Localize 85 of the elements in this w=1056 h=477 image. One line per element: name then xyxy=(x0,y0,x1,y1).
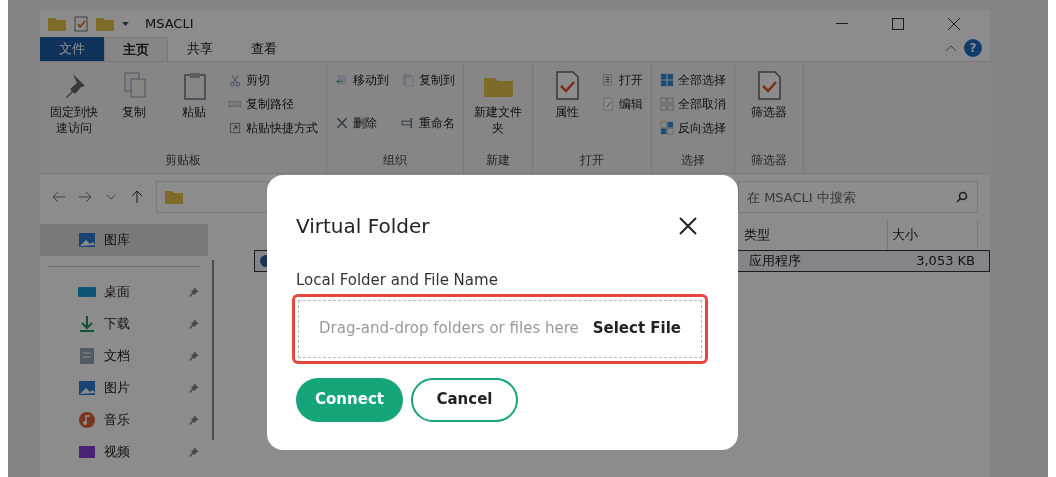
group-label: 选择 xyxy=(680,152,706,169)
drop-placeholder: Drag-and-drop folders or files here xyxy=(319,318,579,340)
invert-selection-icon xyxy=(660,121,674,135)
ribbon-button[interactable]: 粘贴 xyxy=(168,70,220,151)
picture-icon xyxy=(78,231,96,249)
delete-icon xyxy=(335,115,349,130)
open-icon xyxy=(601,73,615,87)
table-cell-text: 应用程序 xyxy=(748,252,802,271)
ribbon-button[interactable]: 编辑 xyxy=(601,94,643,114)
ribbon-button[interactable]: 打开 xyxy=(601,70,643,90)
sidebar-label: 桌面 xyxy=(104,283,130,302)
sidebar-item[interactable]: 图库 xyxy=(40,224,208,256)
group-label: 剪贴板 xyxy=(164,152,202,169)
music-icon xyxy=(78,411,96,429)
cancel-button[interactable]: Cancel xyxy=(411,377,518,422)
drop-zone[interactable]: Drag-and-drop folders or files here Select File xyxy=(298,299,702,358)
sidebar-label: 视频 xyxy=(104,443,130,462)
group-label: 筛选器 xyxy=(750,152,788,169)
group-label: 组织 xyxy=(382,152,408,169)
folder-icon xyxy=(48,17,66,31)
ribbon-button[interactable]: 移动到 xyxy=(335,70,389,90)
close-icon xyxy=(948,18,960,30)
connect-button[interactable]: Connect xyxy=(296,377,403,422)
forward-icon[interactable] xyxy=(78,190,92,204)
shortcut-icon xyxy=(228,121,242,135)
sidebar-item[interactable]: 视频 xyxy=(40,436,208,468)
caret-icon xyxy=(122,22,129,26)
move-icon xyxy=(335,73,349,87)
maximize-icon xyxy=(892,18,904,30)
folder-icon xyxy=(165,190,183,204)
picture-icon xyxy=(78,379,96,397)
ribbon-button[interactable]: 属性 xyxy=(541,70,593,151)
ribbon-button[interactable]: 固定到快速访问 xyxy=(48,70,100,151)
sidebar-item[interactable]: 图片 xyxy=(40,372,208,404)
ribbon-tab[interactable]: 文件 xyxy=(40,37,104,61)
sidebar-item[interactable]: 桌面 xyxy=(40,276,208,308)
ribbon-button[interactable]: 全部选择 xyxy=(660,70,726,90)
sidebar-label: 图库 xyxy=(104,231,130,250)
ribbon-button[interactable]: 复制到 xyxy=(401,70,455,90)
video-icon xyxy=(78,443,96,461)
rename-icon xyxy=(401,115,415,130)
minimize-icon xyxy=(836,23,848,25)
table-cell-text: 3,053 KB xyxy=(915,252,976,271)
window-title: MSACLI xyxy=(145,15,194,34)
field-label: Local Folder and File Name xyxy=(296,270,499,291)
ribbon-button[interactable]: 粘贴快捷方式 xyxy=(228,118,318,138)
ribbon-tab[interactable]: 查看 xyxy=(232,37,296,61)
checkmark-document-icon xyxy=(74,16,88,32)
edit-icon xyxy=(601,97,615,111)
up-icon[interactable] xyxy=(130,190,144,204)
dialog-title: Virtual Folder xyxy=(296,213,430,240)
copy-icon xyxy=(401,73,415,87)
ribbon-button[interactable]: 全部取消 xyxy=(660,94,726,114)
ribbon-tab[interactable]: 主页 xyxy=(104,37,168,61)
group-label: 新建 xyxy=(485,152,511,169)
sidebar-item[interactable]: 下载 xyxy=(40,308,208,340)
close-button[interactable] xyxy=(677,215,699,237)
ribbon-button[interactable]: 删除 xyxy=(335,112,389,133)
sidebar-label: 图片 xyxy=(104,379,130,398)
sidebar-item[interactable]: 音乐 xyxy=(40,404,208,436)
download-icon xyxy=(78,315,96,333)
help-button[interactable]: ? xyxy=(964,39,982,57)
select-all-icon xyxy=(660,73,674,87)
back-icon[interactable] xyxy=(52,190,66,204)
ribbon-button[interactable]: 剪切 xyxy=(228,70,318,90)
ribbon-button[interactable]: 反向选择 xyxy=(660,118,726,138)
ribbon-button[interactable]: 重命名 xyxy=(401,112,455,133)
folder-icon xyxy=(96,17,114,31)
select-none-icon xyxy=(660,97,674,111)
collapse-icon xyxy=(946,45,956,51)
sidebar-label: 音乐 xyxy=(104,411,130,430)
group-label: 打开 xyxy=(579,152,605,169)
sidebar-item[interactable]: 文档 xyxy=(40,340,208,372)
select-file-button[interactable]: Select File xyxy=(592,317,681,340)
sidebar-label: 下载 xyxy=(104,315,130,334)
ribbon-button[interactable]: 新建文件夹 xyxy=(472,70,524,151)
sidebar-label: 文档 xyxy=(104,347,130,366)
ribbon-button[interactable]: 复制路径 xyxy=(228,94,318,114)
ribbon-button[interactable]: 复制 xyxy=(108,70,160,151)
search-field[interactable]: 在 MSACLI 中搜索 xyxy=(738,181,978,213)
ribbon-button[interactable]: 筛选器 xyxy=(743,70,795,151)
scissors-icon xyxy=(228,73,242,87)
ribbon-tab[interactable]: 共享 xyxy=(168,37,232,61)
document-icon xyxy=(78,347,96,365)
search-icon xyxy=(956,191,968,203)
